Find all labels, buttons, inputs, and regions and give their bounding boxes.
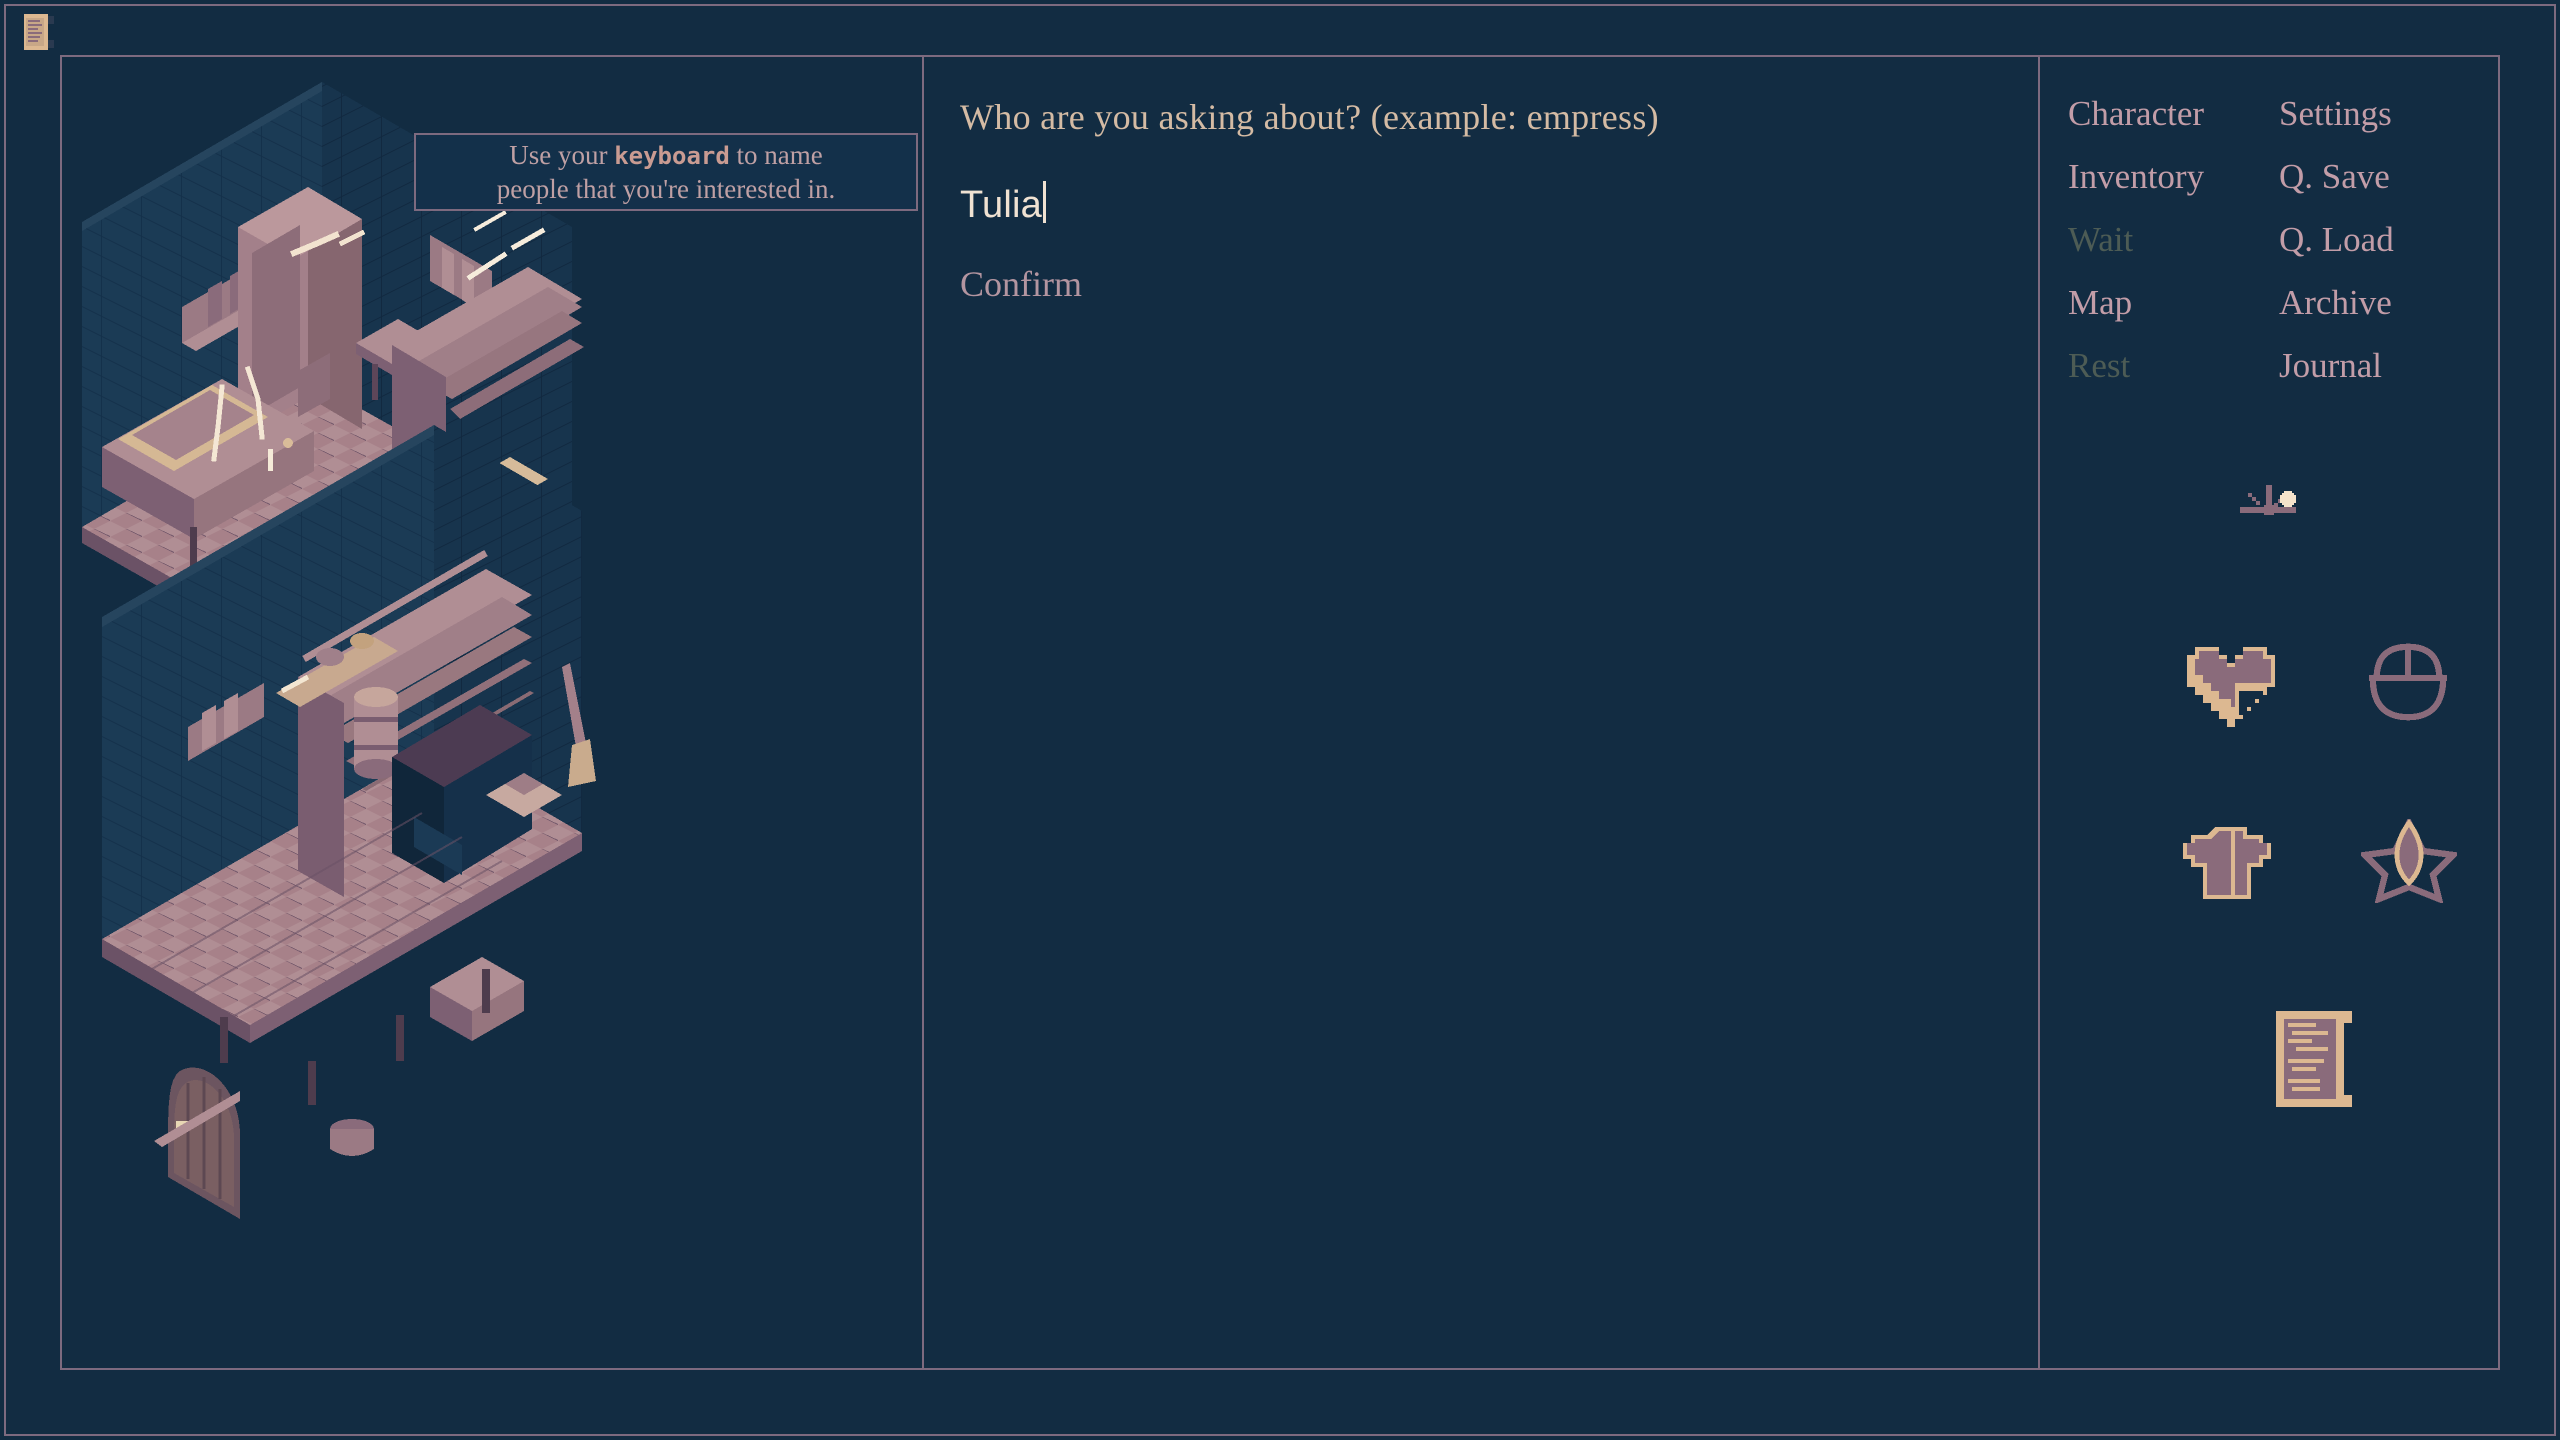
- basket: [330, 1119, 374, 1156]
- menu-item-q-save[interactable]: Q. Save: [2279, 150, 2472, 203]
- shirt-icon[interactable]: [2183, 819, 2279, 907]
- menu-item-inventory[interactable]: Inventory: [2068, 150, 2261, 203]
- menu-item-rest: Rest: [2068, 346, 2131, 385]
- game-screen: Use your keyboard to name people that yo…: [0, 0, 2560, 1440]
- menu-item-archive[interactable]: Archive: [2279, 276, 2472, 329]
- sundial-icon[interactable]: [2240, 485, 2302, 523]
- tooltip-line-1: Use your keyboard to name: [509, 139, 823, 173]
- confirm-button[interactable]: Confirm: [960, 262, 1082, 306]
- tooltip-line-2: people that you're interested in.: [496, 173, 836, 204]
- prompt-question: Who are you asking about? (example: empr…: [960, 97, 1659, 137]
- main-content-panel: Use your keyboard to name people that yo…: [60, 55, 2500, 1370]
- bowl-icon[interactable]: [2361, 639, 2455, 725]
- name-input-value[interactable]: Tulia: [960, 182, 1042, 228]
- scroll-cursor-icon: [24, 14, 54, 50]
- text-caret: [1042, 181, 1046, 223]
- menu-item-character[interactable]: Character: [2068, 87, 2261, 140]
- menu-item-journal[interactable]: Journal: [2279, 339, 2472, 392]
- dialog-panel: Who are you asking about? (example: empr…: [924, 57, 2038, 1368]
- tooltip-keyboard-emphasis: keyboard: [614, 141, 730, 170]
- menu-status-panel: Character Settings Inventory Q. Save Wai…: [2040, 57, 2500, 1368]
- menu-item-q-load[interactable]: Q. Load: [2279, 213, 2472, 266]
- menu-item-map[interactable]: Map: [2068, 276, 2261, 329]
- scroll-icon[interactable]: [2272, 1007, 2364, 1111]
- menu-item-settings[interactable]: Settings: [2279, 87, 2472, 140]
- barrel: [354, 687, 398, 779]
- name-input-row[interactable]: Tulia: [960, 175, 2002, 228]
- keyboard-hint-tooltip: Use your keyboard to name people that yo…: [414, 133, 918, 211]
- tooltip-text-pre: Use your: [509, 139, 615, 170]
- isometric-world-view[interactable]: Use your keyboard to name people that yo…: [62, 57, 922, 1368]
- heart-icon[interactable]: [2183, 639, 2279, 727]
- tooltip-text-post: to name: [729, 139, 823, 170]
- menu-grid: Character Settings Inventory Q. Save Wai…: [2068, 87, 2472, 392]
- menu-item-wait: Wait: [2068, 220, 2134, 259]
- star-icon[interactable]: [2361, 819, 2457, 903]
